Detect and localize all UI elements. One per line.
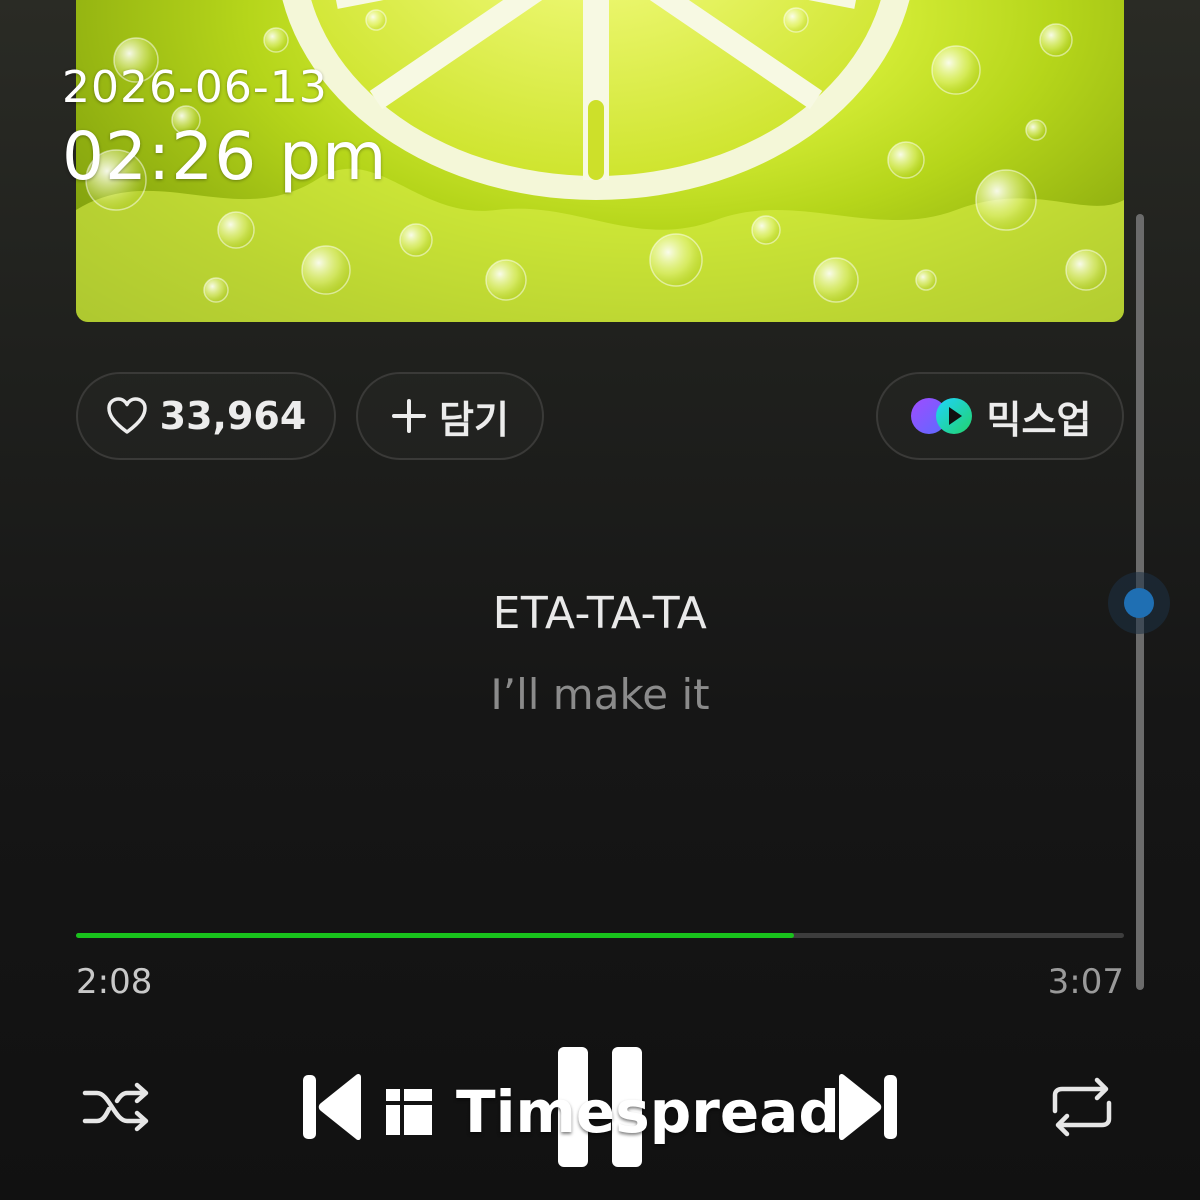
- total-time: 3:07: [1047, 962, 1124, 1002]
- repeat-icon: [1047, 1075, 1117, 1139]
- mixup-icon: [909, 396, 975, 436]
- lyric-next-line[interactable]: I’ll make it: [0, 670, 1200, 719]
- like-button[interactable]: 33,964: [76, 372, 336, 460]
- time-label: 02:26 pm: [62, 118, 388, 195]
- shuffle-button[interactable]: [80, 1076, 154, 1138]
- watermark: Timespread: [384, 1078, 840, 1146]
- watermark-text: Timespread: [456, 1078, 840, 1146]
- date-label: 2026-06-13: [62, 62, 328, 113]
- add-label: 담기: [439, 397, 509, 442]
- repeat-button[interactable]: [1046, 1074, 1118, 1140]
- lyric-current-line[interactable]: ETA-TA-TA: [0, 588, 1200, 639]
- skip-previous-icon: [299, 1071, 365, 1143]
- timestamp-overlay: 2026-06-13 02:26 pm: [62, 66, 387, 190]
- progress-fill: [76, 933, 794, 938]
- shuffle-icon: [81, 1079, 153, 1135]
- skip-next-icon: [835, 1071, 901, 1143]
- scrollbar-thumb[interactable]: [1108, 572, 1170, 634]
- plus-icon: [391, 398, 427, 434]
- progress-bar[interactable]: [76, 933, 1124, 938]
- next-button[interactable]: [834, 1070, 902, 1144]
- like-count: 33,964: [159, 394, 307, 438]
- previous-button[interactable]: [298, 1070, 366, 1144]
- add-to-playlist-button[interactable]: 담기: [356, 372, 544, 460]
- heart-icon: [106, 396, 148, 436]
- mixup-button[interactable]: 믹스업: [876, 372, 1124, 460]
- mixup-label: 믹스업: [986, 397, 1092, 442]
- elapsed-time: 2:08: [76, 962, 153, 1002]
- watermark-logo-icon: [386, 1089, 432, 1135]
